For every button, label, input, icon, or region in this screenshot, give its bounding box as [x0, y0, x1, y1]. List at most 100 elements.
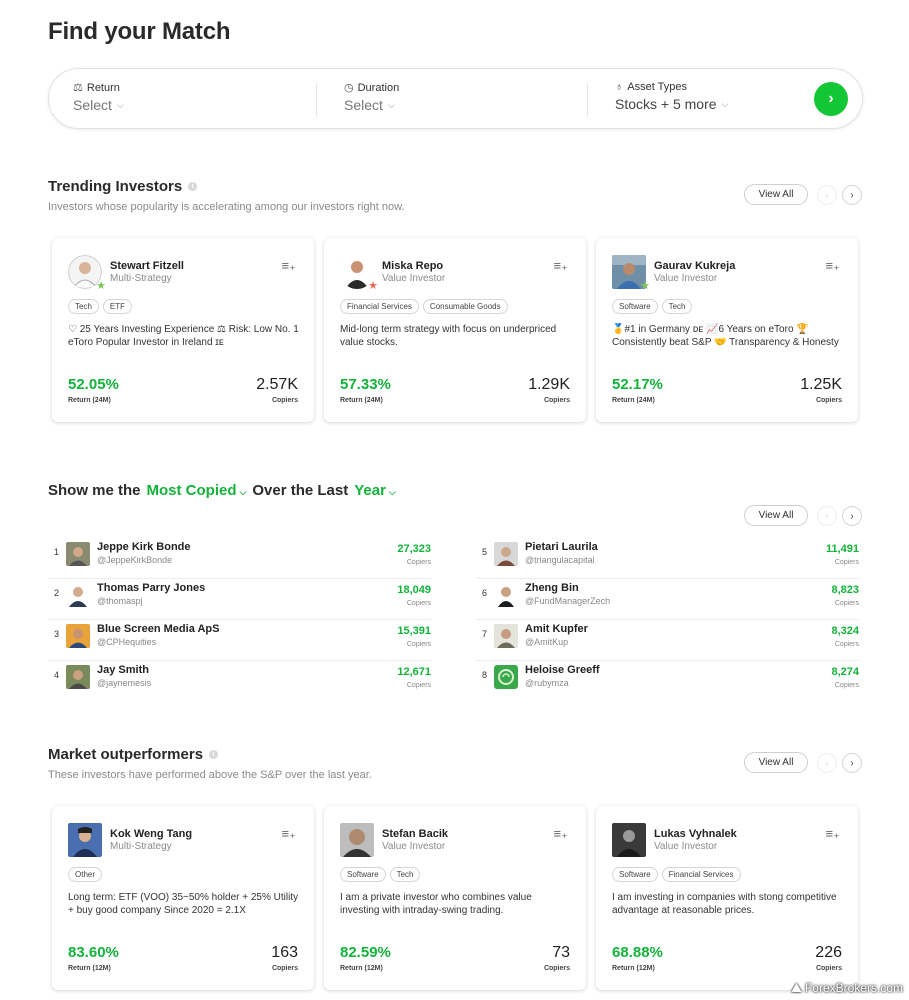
asset-types-filter[interactable]: ♁ Asset Types Stocks + 5 more ⌵: [615, 81, 728, 112]
investor-name[interactable]: Amit Kupfer: [525, 623, 588, 635]
investor-name[interactable]: Blue Screen Media ApS: [97, 623, 219, 635]
tag[interactable]: Tech: [389, 867, 421, 882]
investor-name[interactable]: Gaurav Kukreja: [654, 260, 735, 272]
duration-filter[interactable]: ◷ Duration Select ⌵: [344, 81, 400, 114]
ranking-row[interactable]: 8 Heloise Greeff @rubymza 8,274 Copiers: [476, 661, 859, 702]
tag[interactable]: Other: [68, 867, 103, 882]
tag[interactable]: Software: [612, 299, 658, 314]
avatar: [66, 665, 90, 689]
investor-description: I am investing in companies with stong c…: [612, 892, 837, 916]
prev-arrow-button[interactable]: ‹: [817, 506, 837, 526]
filter-bar: ⚖ Return Select ⌵ ◷ Duration Select ⌵ ♁ Asset…: [48, 68, 863, 129]
return-label: Return (24M): [612, 397, 655, 404]
investor-description: I am a private investor who combines val…: [340, 892, 532, 916]
investor-name[interactable]: Miska Repo: [382, 260, 443, 272]
copiers-label: Copiers: [271, 965, 298, 972]
tag[interactable]: ETF: [102, 299, 133, 314]
period-dropdown[interactable]: Year: [354, 482, 386, 499]
chevron-down-icon[interactable]: ⌵: [389, 487, 396, 498]
tag-list: Tech ETF: [68, 299, 133, 314]
investor-card[interactable]: Lukas Vyhnalek Value Investor ≡₊ Softwar…: [596, 806, 858, 990]
info-icon[interactable]: i: [209, 750, 219, 759]
most-copied-view-all-button[interactable]: View All: [744, 505, 808, 526]
prev-arrow-button[interactable]: ‹: [817, 185, 837, 205]
tag[interactable]: Software: [340, 867, 386, 882]
tag[interactable]: Financial Services: [661, 867, 741, 882]
trending-title-text: Trending Investors: [48, 178, 183, 195]
tag-list: Software Tech: [340, 867, 421, 882]
next-arrow-button[interactable]: ›: [842, 185, 862, 205]
investor-name[interactable]: Stewart Fitzell: [110, 260, 184, 272]
outperformers-view-all-button[interactable]: View All: [744, 752, 808, 773]
investor-name[interactable]: Stefan Bacik: [382, 828, 448, 840]
copiers-value: 226: [815, 944, 842, 961]
tag[interactable]: Consumable Goods: [422, 299, 508, 314]
chevron-down-icon[interactable]: ⌵: [240, 487, 247, 498]
return-filter-value: Select: [73, 97, 112, 113]
trending-view-all-button[interactable]: View All: [744, 184, 808, 205]
scale-icon: ⚖: [73, 82, 83, 94]
info-icon[interactable]: i: [188, 182, 198, 191]
clock-icon: ◷: [344, 82, 354, 94]
copiers-label: Copiers: [834, 600, 859, 607]
investor-card[interactable]: Kok Weng Tang Multi-Strategy ≡₊ Other Lo…: [52, 806, 314, 990]
add-to-watchlist-icon[interactable]: ≡₊: [282, 826, 296, 842]
investor-card[interactable]: ★ Miska Repo Value Investor ≡₊ Financial…: [324, 238, 586, 422]
add-to-watchlist-icon[interactable]: ≡₊: [826, 258, 840, 274]
tag[interactable]: Tech: [661, 299, 693, 314]
copiers-label: Copiers: [834, 641, 859, 648]
avatar: [66, 624, 90, 648]
ranking-row[interactable]: 3 Blue Screen Media ApS @CPHequities 15,…: [48, 620, 431, 661]
investor-name[interactable]: Jeppe Kirk Bonde: [97, 541, 191, 553]
watermark-text: ForexBrokers.com: [804, 981, 903, 995]
ranking-row[interactable]: 6 Zheng Bin @FundManagerZech 8,823 Copie…: [476, 579, 859, 620]
investor-description: ♡ 25 Years Investing Experience ⚖ Risk: …: [68, 324, 299, 348]
divider: [316, 83, 317, 117]
avatar: [494, 665, 518, 689]
star-icon: ★: [96, 280, 106, 292]
ranking-row[interactable]: 5 Pietari Laurila @triangulacapital 11,4…: [476, 538, 859, 579]
prev-arrow-button[interactable]: ‹: [817, 753, 837, 773]
add-to-watchlist-icon[interactable]: ≡₊: [554, 826, 568, 842]
divider: [587, 83, 588, 117]
ranking-row[interactable]: 1 Jeppe Kirk Bonde @JeppeKirkBonde 27,32…: [48, 538, 431, 579]
page-title: Find your Match: [48, 18, 231, 45]
copiers-count: 8,324: [831, 625, 859, 637]
investor-name[interactable]: Jay Smith: [97, 664, 149, 676]
search-go-button[interactable]: ›: [814, 82, 848, 116]
investor-name[interactable]: Thomas Parry Jones: [97, 582, 205, 594]
investor-card[interactable]: ★ Gaurav Kukreja Value Investor ≡₊ Softw…: [596, 238, 858, 422]
investor-name[interactable]: Lukas Vyhnalek: [654, 828, 737, 840]
logo-icon: ⛰: [791, 980, 802, 995]
investor-card[interactable]: ★ Stewart Fitzell Multi-Strategy ≡₊ Tech…: [52, 238, 314, 422]
investor-name[interactable]: Pietari Laurila: [525, 541, 598, 553]
add-to-watchlist-icon[interactable]: ≡₊: [554, 258, 568, 274]
tag[interactable]: Software: [612, 867, 658, 882]
metric-dropdown[interactable]: Most Copied: [147, 482, 237, 499]
star-icon: ★: [368, 280, 378, 292]
investor-card[interactable]: Stefan Bacik Value Investor ≡₊ Software …: [324, 806, 586, 990]
asset-types-filter-label: Asset Types: [627, 81, 687, 93]
tag-list: Software Financial Services: [612, 867, 741, 882]
return-label: Return (12M): [612, 965, 655, 972]
investor-type: Value Investor: [382, 841, 446, 852]
chevron-left-icon: ‹: [825, 757, 829, 769]
copiers-count: 11,491: [825, 543, 859, 555]
copiers-value: 2.57K: [256, 376, 298, 393]
tag[interactable]: Tech: [68, 299, 99, 314]
add-to-watchlist-icon[interactable]: ≡₊: [282, 258, 296, 274]
chevron-down-icon: ⌵: [387, 99, 395, 110]
add-to-watchlist-icon[interactable]: ≡₊: [826, 826, 840, 842]
ranking-row[interactable]: 7 Amit Kupfer @AmitKup 8,324 Copiers: [476, 620, 859, 661]
investor-handle: @AmitKup: [525, 637, 569, 647]
return-filter[interactable]: ⚖ Return Select ⌵: [73, 81, 124, 114]
next-arrow-button[interactable]: ›: [842, 506, 862, 526]
investor-name[interactable]: Heloise Greeff: [525, 664, 600, 676]
tag[interactable]: Financial Services: [340, 299, 419, 314]
ranking-row[interactable]: 4 Jay Smith @jaynemesis 12,671 Copiers: [48, 661, 431, 702]
investor-name[interactable]: Kok Weng Tang: [110, 828, 192, 840]
duration-filter-label: Duration: [357, 81, 400, 94]
ranking-row[interactable]: 2 Thomas Parry Jones @thomaspj 18,049 Co…: [48, 579, 431, 620]
next-arrow-button[interactable]: ›: [842, 753, 862, 773]
investor-name[interactable]: Zheng Bin: [525, 582, 579, 594]
